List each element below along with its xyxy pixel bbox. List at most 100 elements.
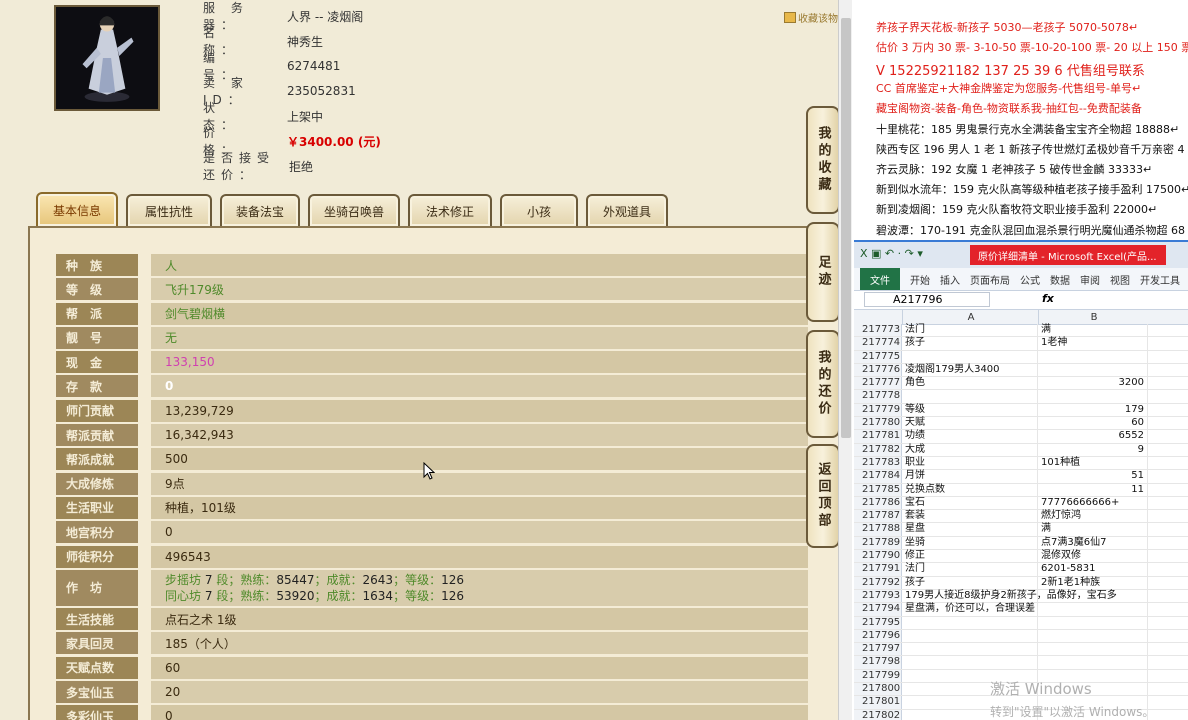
row-number[interactable]: 217795: [854, 616, 902, 629]
cell-a[interactable]: [902, 350, 1038, 363]
cell-b[interactable]: 2新1老1种族: [1038, 576, 1148, 589]
row-number[interactable]: 217773: [854, 324, 902, 337]
cell-a[interactable]: [902, 629, 1038, 643]
cell-a[interactable]: 孩子: [902, 576, 1038, 589]
ribbon-tab-2[interactable]: 页面布局: [970, 272, 1010, 287]
cell-a[interactable]: 月饼: [902, 470, 1038, 483]
cell-a[interactable]: 兑换点数: [902, 483, 1038, 496]
cell-a[interactable]: 179男人接近8级护身2新孩子，品像好，宝石多: [902, 589, 1117, 603]
cell-b[interactable]: [1038, 589, 1148, 603]
ribbon-tab-5[interactable]: 审阅: [1080, 272, 1100, 287]
row-number[interactable]: 217778: [854, 390, 902, 403]
add-favorite-link[interactable]: 收藏该物: [784, 10, 838, 25]
cell-a[interactable]: 法门: [902, 563, 1038, 576]
fx-icon[interactable]: fx: [1042, 292, 1054, 305]
cell-b[interactable]: 179: [1038, 403, 1148, 417]
row-number[interactable]: 217800: [854, 683, 902, 696]
row-number[interactable]: 217793: [854, 589, 902, 603]
ribbon-tab-4[interactable]: 数据: [1050, 272, 1070, 287]
cell-b[interactable]: 6552: [1038, 430, 1148, 443]
tab-5[interactable]: 小孩: [500, 194, 578, 226]
scrollbar-thumb[interactable]: [841, 18, 851, 438]
my-counteroffers-button[interactable]: 我的还价: [806, 330, 840, 438]
cell-a[interactable]: [902, 616, 1038, 629]
cell-b[interactable]: 60: [1038, 417, 1148, 430]
row-number[interactable]: 217798: [854, 656, 902, 669]
back-to-top-button[interactable]: 返回顶部: [806, 444, 840, 548]
row-number[interactable]: 217789: [854, 536, 902, 550]
row-number[interactable]: 217799: [854, 669, 902, 683]
row-number[interactable]: 217782: [854, 443, 902, 456]
row-number[interactable]: 217788: [854, 523, 902, 536]
cell-b[interactable]: 1老神: [1038, 337, 1148, 350]
row-number[interactable]: 217779: [854, 403, 902, 417]
cell-b[interactable]: 燃灯惊鸿: [1038, 510, 1148, 523]
cell-b[interactable]: [1038, 656, 1148, 669]
cell-a[interactable]: 角色: [902, 377, 1038, 390]
cell-a[interactable]: 大成: [902, 443, 1038, 456]
cell-a[interactable]: 宝石: [902, 496, 1038, 510]
cell-b[interactable]: 满: [1038, 324, 1148, 337]
ribbon-tab-1[interactable]: 插入: [940, 272, 960, 287]
cell-a[interactable]: 天赋: [902, 417, 1038, 430]
row-number[interactable]: 217801: [854, 696, 902, 709]
cell-b[interactable]: 混修双修: [1038, 550, 1148, 563]
row-number[interactable]: 217776: [854, 363, 902, 377]
tab-4[interactable]: 法术修正: [408, 194, 492, 226]
cell-b[interactable]: [1038, 390, 1148, 403]
row-number[interactable]: 217777: [854, 377, 902, 390]
row-number[interactable]: 217781: [854, 430, 902, 443]
cell-b[interactable]: 满: [1038, 523, 1148, 536]
my-favorites-button[interactable]: 我的收藏: [806, 106, 840, 214]
cell-b[interactable]: [1038, 350, 1148, 363]
cell-b[interactable]: 101种植: [1038, 456, 1148, 470]
page-scrollbar[interactable]: [838, 0, 852, 720]
footprint-button[interactable]: 足迹: [806, 222, 840, 322]
cell-b[interactable]: [1038, 629, 1148, 643]
cell-b[interactable]: 点7满3魔6仙7: [1038, 536, 1148, 550]
ribbon-tab-7[interactable]: 开发工具: [1140, 272, 1180, 287]
row-number[interactable]: 217797: [854, 643, 902, 656]
cell-b[interactable]: [1038, 363, 1148, 377]
cell-a[interactable]: 孩子: [902, 337, 1038, 350]
row-number[interactable]: 217792: [854, 576, 902, 589]
cell-a[interactable]: 套装: [902, 510, 1038, 523]
cell-b[interactable]: [1038, 616, 1148, 629]
row-number[interactable]: 217786: [854, 496, 902, 510]
cell-a[interactable]: 职业: [902, 456, 1038, 470]
ribbon-tab-file[interactable]: 文件: [860, 268, 900, 290]
row-number[interactable]: 217774: [854, 337, 902, 350]
cell-b[interactable]: [1038, 603, 1148, 616]
cell-b[interactable]: 3200: [1038, 377, 1148, 390]
cell-b[interactable]: 9: [1038, 443, 1148, 456]
tab-1[interactable]: 属性抗性: [126, 194, 212, 226]
ribbon-tab-0[interactable]: 开始: [910, 272, 930, 287]
tab-6[interactable]: 外观道具: [586, 194, 668, 226]
column-header-a[interactable]: A: [902, 310, 1039, 324]
row-number[interactable]: 217780: [854, 417, 902, 430]
row-number[interactable]: 217775: [854, 350, 902, 363]
tab-3[interactable]: 坐骑召唤兽: [308, 194, 400, 226]
cell-a[interactable]: 星盘满，价还可以，合理误差: [902, 603, 1038, 616]
cell-b[interactable]: [1038, 643, 1148, 656]
quick-access-icons[interactable]: X ▣ ↶ · ↷ ▾: [860, 247, 923, 260]
tab-0[interactable]: 基本信息: [36, 192, 118, 226]
row-number[interactable]: 217783: [854, 456, 902, 470]
cell-a[interactable]: 坐骑: [902, 536, 1038, 550]
name-box[interactable]: A217796: [864, 292, 990, 307]
cell-a[interactable]: 法门: [902, 324, 1038, 337]
row-number[interactable]: 217785: [854, 483, 902, 496]
row-number[interactable]: 217796: [854, 629, 902, 643]
cell-a[interactable]: [902, 390, 1038, 403]
row-number[interactable]: 217787: [854, 510, 902, 523]
row-number[interactable]: 217802: [854, 709, 902, 720]
cell-a[interactable]: 修正: [902, 550, 1038, 563]
row-number[interactable]: 217794: [854, 603, 902, 616]
cell-a[interactable]: [902, 643, 1038, 656]
cell-b[interactable]: 77776666666+: [1038, 496, 1148, 510]
cell-b[interactable]: 51: [1038, 470, 1148, 483]
column-header-b[interactable]: B: [1038, 310, 1149, 324]
row-number[interactable]: 217790: [854, 550, 902, 563]
row-number[interactable]: 217791: [854, 563, 902, 576]
cell-a[interactable]: 等级: [902, 403, 1038, 417]
